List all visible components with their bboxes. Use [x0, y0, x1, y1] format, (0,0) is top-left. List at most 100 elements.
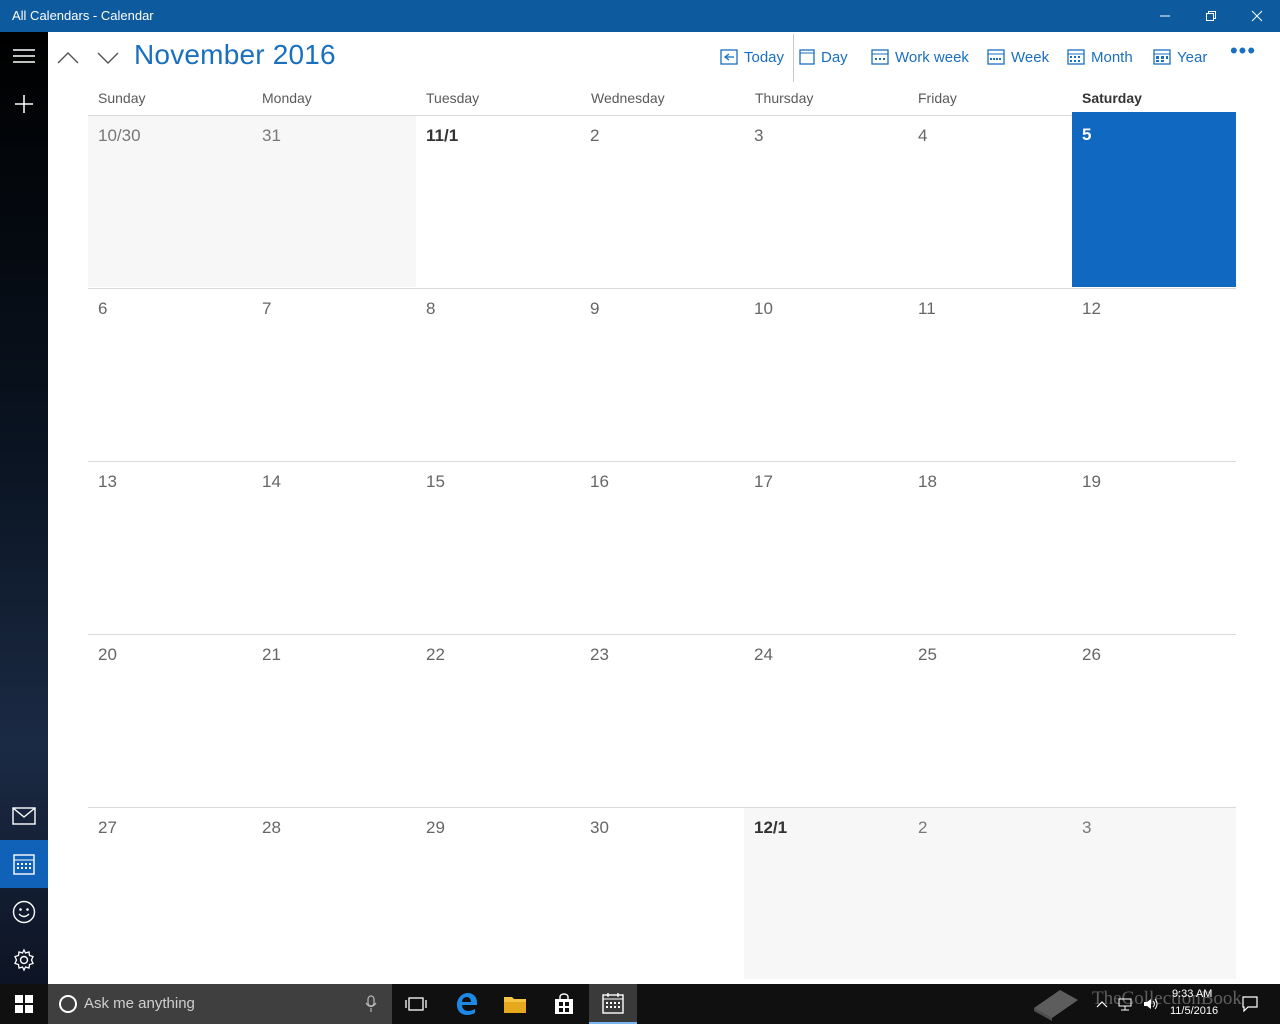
day-view-button[interactable]: Day — [799, 45, 848, 69]
day-cell[interactable]: 8 — [416, 288, 580, 460]
day-cell[interactable]: 31 — [252, 115, 416, 287]
day-cell[interactable]: 14 — [252, 461, 416, 633]
day-cell[interactable]: 25 — [908, 634, 1072, 806]
day-cell[interactable]: 13 — [88, 461, 252, 633]
day-cell[interactable]: 21 — [252, 634, 416, 806]
day-cell[interactable]: 2 — [908, 807, 1072, 979]
new-event-button[interactable] — [0, 80, 48, 128]
day-cell[interactable]: 17 — [744, 461, 908, 633]
day-cell[interactable]: 6 — [88, 288, 252, 460]
hamburger-menu-button[interactable] — [0, 32, 48, 80]
more-options-button[interactable]: ••• — [1228, 40, 1258, 68]
minimize-button[interactable] — [1142, 0, 1188, 32]
week-view-button[interactable]: Week — [987, 45, 1049, 69]
day-number: 5 — [1082, 125, 1092, 144]
close-button[interactable] — [1234, 0, 1280, 32]
start-button[interactable] — [0, 984, 48, 1024]
notification-icon — [1242, 996, 1258, 1012]
day-cell[interactable]: 10/30 — [88, 115, 252, 287]
volume-button[interactable] — [1140, 984, 1162, 1024]
title-bar: All Calendars - Calendar — [0, 0, 1280, 32]
day-cell[interactable]: 29 — [416, 807, 580, 979]
day-cell[interactable]: 18 — [908, 461, 1072, 633]
close-icon — [1251, 10, 1263, 22]
day-number: 14 — [262, 472, 281, 491]
show-hidden-icons-button[interactable] — [1092, 984, 1112, 1024]
folder-icon — [504, 997, 526, 1013]
restore-button[interactable] — [1188, 0, 1234, 32]
cortana-search-box[interactable]: Ask me anything — [48, 984, 392, 1024]
mail-button[interactable] — [0, 792, 48, 840]
day-number: 2 — [590, 126, 600, 145]
day-cell[interactable]: 12/1 — [744, 807, 908, 979]
day-number: 8 — [426, 299, 436, 318]
day-cell[interactable]: 12 — [1072, 288, 1236, 460]
day-number: 3 — [754, 126, 764, 145]
day-cell[interactable]: 19 — [1072, 461, 1236, 633]
day-cell[interactable]: 23 — [580, 634, 744, 806]
day-label: Day — [821, 48, 848, 66]
taskbar: Ask me anything TheCollectionBook 9:33 A… — [0, 984, 1280, 1024]
chevron-up-icon — [57, 52, 79, 64]
day-number: 28 — [262, 818, 281, 837]
day-number: 6 — [98, 299, 108, 318]
day-cell[interactable]: 20 — [88, 634, 252, 806]
day-cell[interactable]: 30 — [580, 807, 744, 979]
weekday-friday: Friday — [918, 90, 957, 106]
clock-time[interactable]: 9:33 AM — [1172, 988, 1212, 1000]
next-month-button[interactable] — [88, 38, 128, 78]
day-cell[interactable]: 10 — [744, 288, 908, 460]
today-cell[interactable]: 5 — [1072, 112, 1236, 287]
edge-browser-button[interactable] — [443, 984, 491, 1024]
day-cell[interactable]: 16 — [580, 461, 744, 633]
smiley-icon — [12, 900, 36, 924]
work-week-view-button[interactable]: Work week — [871, 45, 969, 69]
gear-icon — [14, 948, 34, 972]
day-cell[interactable]: 3 — [1072, 807, 1236, 979]
store-button[interactable] — [540, 984, 588, 1024]
settings-button[interactable] — [0, 936, 48, 984]
day-cell[interactable]: 28 — [252, 807, 416, 979]
day-cell[interactable]: 11 — [908, 288, 1072, 460]
day-cell[interactable]: 4 — [908, 115, 1072, 287]
day-cell[interactable]: 26 — [1072, 634, 1236, 806]
day-number: 16 — [590, 472, 609, 491]
day-cell[interactable]: 7 — [252, 288, 416, 460]
year-view-button[interactable]: Year — [1153, 45, 1207, 69]
day-cell[interactable]: 24 — [744, 634, 908, 806]
weekday-saturday: Saturday — [1082, 90, 1142, 106]
clock-date[interactable]: 11/5/2016 — [1170, 1005, 1218, 1017]
app-sidebar — [0, 32, 48, 984]
work-week-label: Work week — [895, 48, 969, 66]
day-number: 23 — [590, 645, 609, 664]
calendar-button[interactable] — [0, 840, 48, 888]
task-view-button[interactable] — [392, 984, 440, 1024]
day-cell[interactable]: 22 — [416, 634, 580, 806]
day-number: 27 — [98, 818, 117, 837]
today-button[interactable]: Today — [720, 45, 784, 69]
feedback-button[interactable] — [0, 888, 48, 936]
day-cell[interactable]: 9 — [580, 288, 744, 460]
calendar-taskbar-button[interactable] — [589, 984, 637, 1024]
volume-icon — [1144, 998, 1158, 1010]
year-icon — [1153, 49, 1171, 65]
day-number: 26 — [1082, 645, 1101, 664]
day-cell[interactable]: 11/1 — [416, 115, 580, 287]
network-button[interactable] — [1114, 984, 1136, 1024]
today-icon — [720, 49, 738, 65]
file-explorer-button[interactable] — [491, 984, 539, 1024]
day-number: 17 — [754, 472, 773, 491]
day-cell[interactable]: 15 — [416, 461, 580, 633]
previous-month-button[interactable] — [48, 38, 88, 78]
year-label: Year — [1177, 48, 1208, 66]
restore-icon — [1206, 11, 1216, 21]
weekday-tuesday: Tuesday — [426, 90, 480, 106]
day-number: 11/1 — [426, 126, 459, 145]
day-cell[interactable]: 2 — [580, 115, 744, 287]
action-center-button[interactable] — [1232, 984, 1268, 1024]
day-cell[interactable]: 27 — [88, 807, 252, 979]
chevron-up-icon — [1096, 1001, 1108, 1008]
week-label: Week — [1011, 48, 1050, 66]
day-cell[interactable]: 3 — [744, 115, 908, 287]
month-view-button[interactable]: Month — [1067, 45, 1133, 69]
